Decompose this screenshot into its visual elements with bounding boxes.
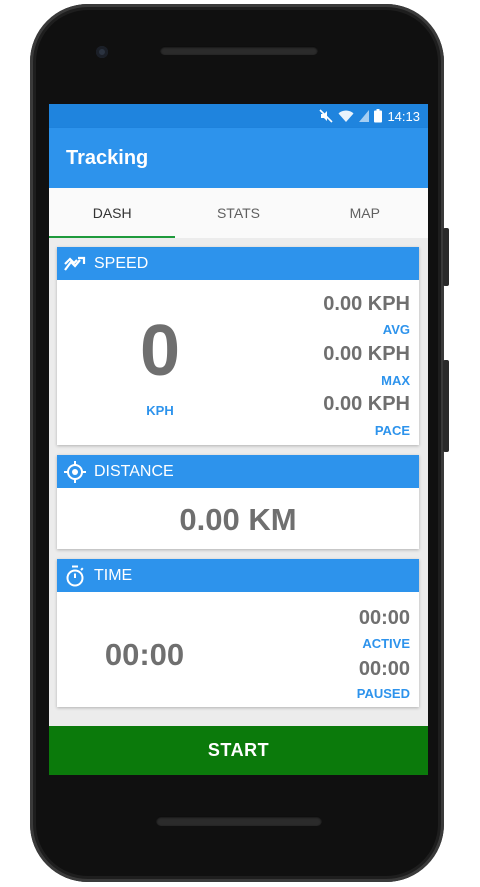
tab-bar: DASH STATS MAP (49, 188, 428, 238)
active-time-value: 00:00 (358, 607, 410, 629)
paused-time-value: 00:00 (358, 658, 410, 680)
start-button[interactable]: START (49, 726, 428, 775)
time-card-header: TIME (57, 559, 419, 592)
speed-card-header: SPEED (57, 247, 419, 280)
time-header-label: TIME (94, 566, 133, 584)
tab-dash[interactable]: DASH (49, 188, 176, 238)
pace-value: 0.00 KPH (323, 393, 410, 415)
avg-speed-label: AVG (382, 322, 410, 337)
max-speed-value: 0.00 KPH (323, 343, 410, 365)
tab-stats[interactable]: STATS (175, 188, 301, 238)
signal-icon (359, 109, 370, 123)
app-bar: Tracking (49, 128, 428, 188)
distance-card: DISTANCE 0.00 KM (57, 455, 419, 549)
front-camera (96, 46, 108, 58)
time-card: TIME 00:00 00:00 ACTIVE 00:00 PAUSED (57, 559, 419, 707)
current-speed-unit: KPH (146, 403, 174, 418)
pace-label: PACE (374, 423, 410, 438)
tab-map[interactable]: MAP (302, 188, 428, 238)
power-button (443, 228, 449, 286)
app-title: Tracking (66, 146, 149, 169)
paused-time-label: PAUSED (356, 686, 410, 701)
status-time: 14:13 (387, 108, 420, 124)
battery-icon (374, 109, 383, 123)
speed-card: SPEED 0 KPH 0.00 KPH AVG 0.00 KPH MAX 0.… (57, 247, 419, 445)
volume-button (443, 360, 449, 452)
avg-speed-value: 0.00 KPH (323, 293, 410, 315)
total-time: 00:00 (104, 637, 185, 672)
max-speed-label: MAX (381, 373, 410, 388)
trending-icon (62, 251, 88, 277)
current-speed: 0 (139, 311, 181, 391)
top-speaker (160, 46, 318, 55)
status-bar: 14:13 (49, 104, 428, 128)
stopwatch-icon (62, 563, 88, 589)
distance-header-label: DISTANCE (94, 462, 174, 480)
active-time-label: ACTIVE (362, 636, 410, 651)
bottom-speaker (156, 816, 322, 826)
distance-card-header: DISTANCE (57, 455, 419, 488)
mute-icon (319, 109, 334, 123)
app-screen: 14:13 Tracking DASH STATS MAP SPEED 0 KP… (49, 104, 428, 775)
wifi-icon (338, 109, 354, 123)
distance-value: 0.00 KM (179, 502, 297, 537)
speed-header-label: SPEED (94, 254, 149, 272)
crosshair-icon (62, 459, 88, 485)
